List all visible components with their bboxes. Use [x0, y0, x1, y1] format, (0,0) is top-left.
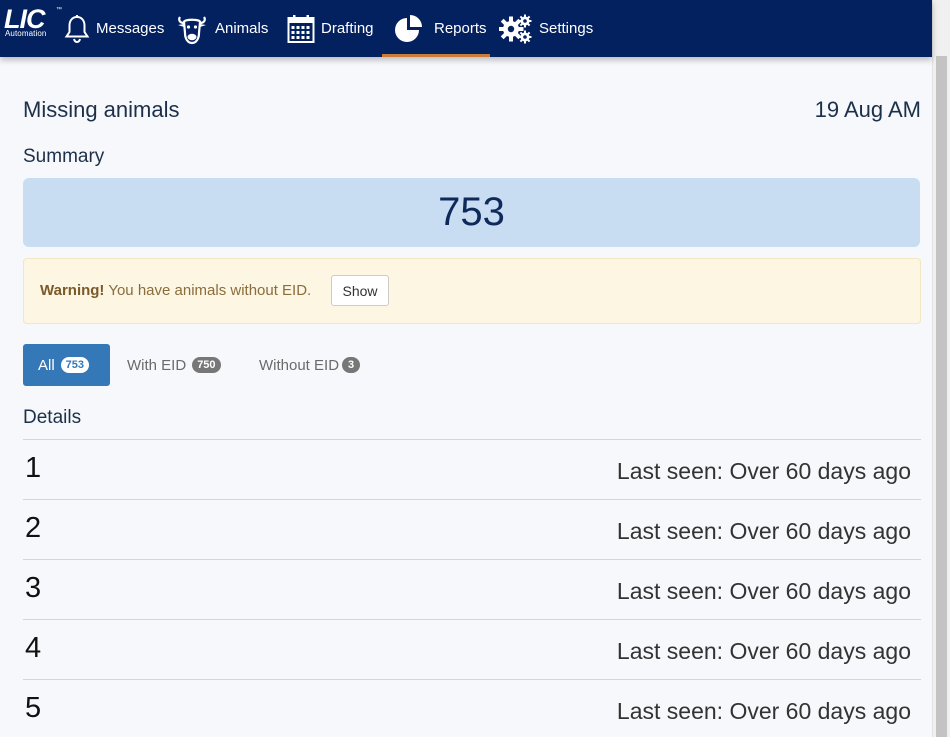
cow-icon: [175, 13, 209, 45]
nav-animals-label: Animals: [215, 20, 269, 37]
nav-messages[interactable]: Messages: [64, 0, 164, 57]
warning-message: Warning! You have animals without EID.: [40, 282, 311, 299]
tab-without-eid-count-badge: 3: [342, 357, 361, 373]
last-seen: Last seen: Over 60 days ago: [616, 638, 911, 664]
brand-subtitle: Automation: [5, 29, 47, 38]
last-seen: Last seen: Over 60 days ago: [616, 698, 911, 724]
page: LIC ™ Automation Messages Animals Drafti…: [0, 0, 950, 737]
calendar-icon: [287, 14, 315, 44]
nav-reports-label: Reports: [434, 20, 487, 37]
active-tab-indicator: [382, 54, 490, 57]
tab-all-label: All: [38, 356, 55, 374]
tab-with-eid-label: With EID: [127, 356, 187, 374]
animal-id: 4: [25, 632, 42, 664]
list-item[interactable]: 1 Last seen: Over 60 days ago: [23, 440, 921, 500]
scrollbar-thumb[interactable]: [936, 56, 947, 737]
warning-alert: Warning! You have animals without EID. S…: [23, 258, 921, 324]
show-button[interactable]: Show: [331, 275, 389, 306]
nav-messages-label: Messages: [96, 20, 165, 37]
animal-id: 1: [25, 452, 42, 484]
tab-with-eid[interactable]: With EID 750: [127, 344, 221, 386]
last-seen: Last seen: Over 60 days ago: [616, 518, 911, 544]
vertical-scrollbar[interactable]: [932, 0, 950, 737]
animal-list: 1 Last seen: Over 60 days ago 2 Last see…: [23, 439, 921, 737]
nav-drafting[interactable]: Drafting: [287, 0, 374, 57]
nav-reports[interactable]: Reports: [393, 0, 487, 57]
summary-count: 753: [438, 190, 505, 234]
list-item[interactable]: 4 Last seen: Over 60 days ago: [23, 620, 921, 680]
nav-settings-label: Settings: [539, 20, 594, 37]
last-seen: Last seen: Over 60 days ago: [616, 458, 911, 484]
pie-chart-icon: [393, 14, 425, 44]
nav-settings[interactable]: Settings: [499, 0, 593, 57]
animal-id: 3: [25, 572, 42, 604]
page-title: Missing animals: [23, 97, 180, 122]
tab-all[interactable]: All 753: [23, 344, 110, 386]
warning-text: You have animals without EID.: [104, 282, 312, 299]
gears-icon: [499, 14, 533, 44]
top-navbar: LIC ™ Automation Messages Animals Drafti…: [0, 0, 932, 57]
summary-heading: Summary: [23, 146, 105, 167]
list-item[interactable]: 2 Last seen: Over 60 days ago: [23, 500, 921, 560]
list-item[interactable]: 5 Last seen: Over 60 days ago: [23, 680, 921, 737]
bell-icon: [64, 14, 90, 44]
tab-without-eid-label: Without EID: [259, 356, 340, 374]
tab-all-count-badge: 753: [60, 357, 90, 373]
tab-with-eid-count-badge: 750: [192, 357, 221, 373]
summary-box: 753: [23, 178, 920, 247]
nav-animals[interactable]: Animals: [175, 0, 268, 57]
warning-strong: Warning!: [40, 282, 105, 299]
animal-id: 5: [25, 692, 42, 724]
nav-drafting-label: Drafting: [321, 20, 374, 37]
lic-automation-logo[interactable]: LIC ™ Automation: [4, 6, 64, 40]
list-item[interactable]: 3 Last seen: Over 60 days ago: [23, 560, 921, 620]
last-seen: Last seen: Over 60 days ago: [616, 578, 911, 604]
tab-without-eid[interactable]: Without EID 3: [259, 344, 361, 386]
brand-trademark: ™: [56, 7, 62, 13]
details-heading: Details: [23, 407, 82, 428]
animal-id: 2: [25, 512, 42, 544]
report-date: 19 Aug AM: [814, 97, 921, 122]
